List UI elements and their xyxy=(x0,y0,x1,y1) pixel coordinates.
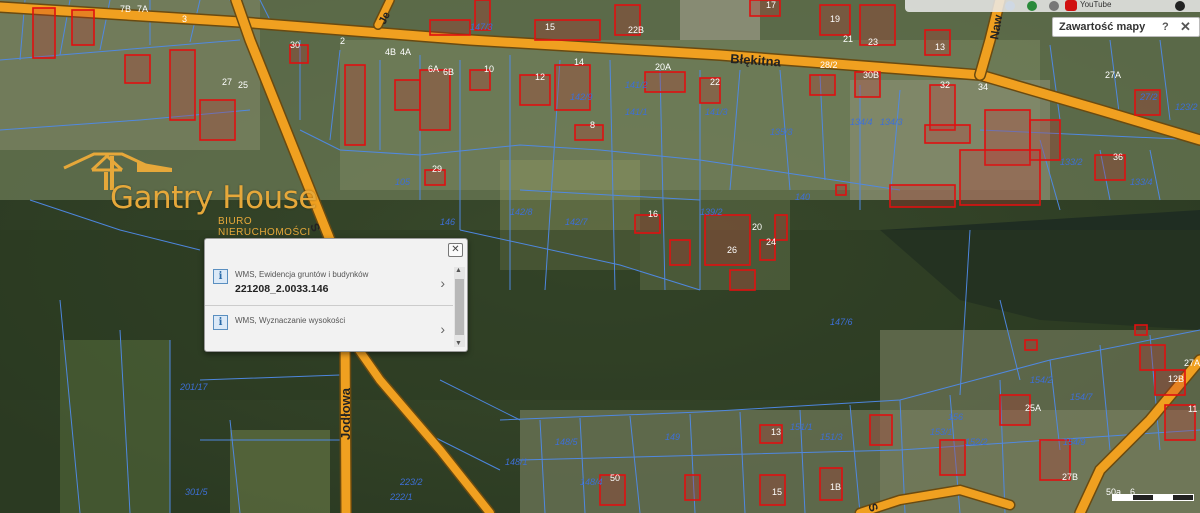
logo-subtitle: BIURO NIERUCHOMOŚCI xyxy=(218,216,311,238)
scroll-down-icon[interactable]: ▼ xyxy=(455,340,462,347)
building-number-label: 29 xyxy=(432,164,442,174)
building-number-label: 34 xyxy=(978,82,988,92)
building-number-label: 2 xyxy=(340,36,345,46)
building-number-label: 12 xyxy=(535,72,545,82)
building-number-label: 6B xyxy=(443,67,454,77)
building-number-label: 3 xyxy=(182,14,187,24)
top-toolbar: YouTube xyxy=(905,0,1200,12)
building-number-label: 13 xyxy=(935,42,945,52)
building-number-labels: 7B 7A32304B 4A6A 6B 101214 20A2228/230B32 3436… xyxy=(120,0,1200,497)
building-number-label: 20 xyxy=(752,222,762,232)
building-number-label: 16 xyxy=(648,209,658,219)
close-icon[interactable]: ✕ xyxy=(1180,19,1191,35)
popup-scrollbar[interactable]: ▲ ▼ xyxy=(454,267,465,347)
building-number-label: 27B xyxy=(1062,472,1078,482)
building-number-label: 13 xyxy=(771,427,781,437)
youtube-label[interactable]: YouTube xyxy=(1080,0,1111,9)
building-number-label: 10 xyxy=(484,64,494,74)
building-number-label: 15 xyxy=(545,22,555,32)
building-number-label: 4B xyxy=(385,47,396,57)
building-number-label: 25 xyxy=(238,80,248,90)
building-number-label: 22B xyxy=(628,25,644,35)
building-number-label: 7A xyxy=(137,4,148,14)
building-number-label: 27 xyxy=(222,77,232,87)
scroll-thumb[interactable] xyxy=(455,279,464,335)
building-number-label: 50 xyxy=(610,473,620,483)
gray-circle-icon[interactable] xyxy=(1049,1,1059,11)
building-number-label: 7B xyxy=(120,4,131,14)
building-number-label: 1B xyxy=(830,482,841,492)
parcel-id-value: 221208_2.0033.146 xyxy=(235,283,329,295)
info-icon: i xyxy=(213,315,228,330)
popup-item-land-registry[interactable]: i WMS, Ewidencja gruntów i budynków 2212… xyxy=(205,261,453,306)
map-content-label[interactable]: Zawartość mapy xyxy=(1059,21,1145,33)
building-number-label: 36 xyxy=(1113,152,1123,162)
building-number-label: 17 xyxy=(766,0,776,10)
toolbar-dot-icon[interactable] xyxy=(1005,1,1015,11)
building-number-label: 21 xyxy=(843,34,853,44)
chevron-right-icon[interactable]: › xyxy=(440,321,445,337)
building-number-label: 6A xyxy=(428,64,439,74)
building-number-label: 14 xyxy=(574,57,584,67)
building-number-label: 4A xyxy=(400,47,411,57)
building-number-label: 26 xyxy=(727,245,737,255)
building-number-label: 30 xyxy=(290,40,300,50)
green-status-icon[interactable] xyxy=(1027,1,1037,11)
building-number-label: 24 xyxy=(766,237,776,247)
building-number-label: 23 xyxy=(868,37,878,47)
map-content-button[interactable]: Zawartość mapy ? ✕ xyxy=(1052,17,1200,37)
popup-item-elevation[interactable]: i WMS, Wyznaczanie wysokości › xyxy=(205,307,453,351)
building-number-label: 25A xyxy=(1025,403,1041,413)
scroll-up-icon[interactable]: ▲ xyxy=(455,267,462,274)
logo-title: Gantry House xyxy=(110,180,317,216)
building-number-label: 27A xyxy=(1105,70,1121,80)
building-number-label: 22 xyxy=(710,77,720,87)
building-number-label: 30B xyxy=(863,70,879,80)
info-icon: i xyxy=(213,269,228,284)
building-number-label: 15 xyxy=(772,487,782,497)
building-number-label: 28/2 xyxy=(820,60,838,70)
popup-item-source: WMS, Ewidencja gruntów i budynków xyxy=(235,270,369,279)
popup-close-button[interactable]: ✕ xyxy=(448,243,463,257)
building-number-label: 8 xyxy=(590,120,595,130)
help-icon[interactable]: ? xyxy=(1162,21,1169,33)
chevron-right-icon[interactable]: › xyxy=(440,275,445,291)
building-number-label: 11 xyxy=(1188,404,1197,414)
building-number-label: 27A xyxy=(1184,358,1200,368)
building-number-label: 20A xyxy=(655,62,671,72)
settings-circle-icon[interactable] xyxy=(1175,1,1185,11)
building-number-label: 12B xyxy=(1168,374,1184,384)
scale-bar xyxy=(1112,494,1194,501)
gantry-house-logo: Gantry House BIURO NIERUCHOMOŚCI xyxy=(62,150,342,238)
feature-info-popup: ✕ i WMS, Ewidencja gruntów i budynków 22… xyxy=(204,238,468,352)
building-number-label: 19 xyxy=(830,14,840,24)
popup-item-source: WMS, Wyznaczanie wysokości xyxy=(235,316,346,325)
youtube-icon[interactable] xyxy=(1065,0,1077,11)
building-number-label: 32 xyxy=(940,80,950,90)
